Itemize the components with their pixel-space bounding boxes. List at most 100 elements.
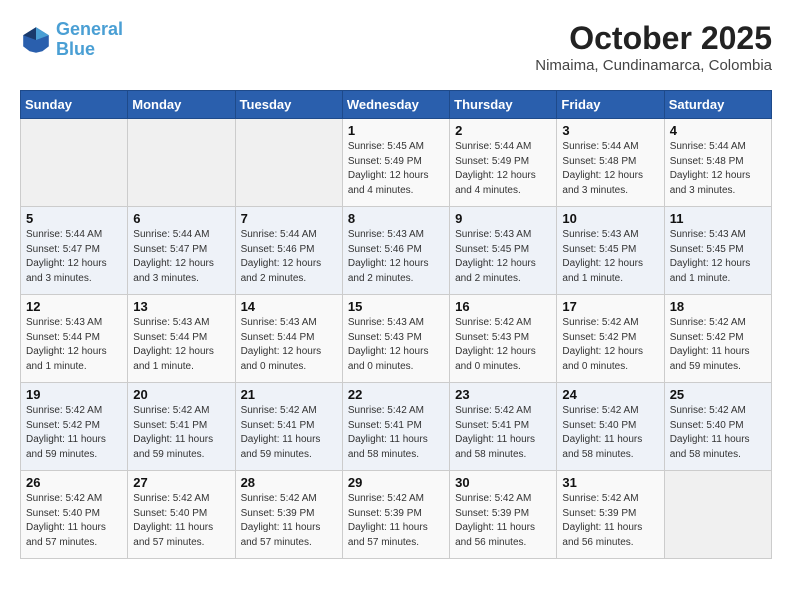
day-info: Sunrise: 5:44 AMSunset: 5:47 PMDaylight:… (133, 228, 229, 286)
day-number: 22 (348, 387, 444, 402)
day-number: 23 (455, 387, 551, 402)
weekday-header: Tuesday (235, 91, 342, 119)
calendar-cell: 8Sunrise: 5:43 AMSunset: 5:46 PMDaylight… (342, 207, 449, 295)
calendar-cell: 16 Sunrise: 5:42 AMSunset: 5:43 PMDayligh… (450, 295, 557, 383)
day-number: 6 (133, 211, 229, 226)
calendar-cell: 17 Sunrise: 5:42 AMSunset: 5:42 PMDayligh… (557, 295, 664, 383)
calendar-cell (235, 119, 342, 207)
title-block: October 2025 Nimaima, Cundinamarca, Colo… (535, 20, 772, 74)
calendar-cell: 9Sunrise: 5:43 AMSunset: 5:45 PMDaylight… (450, 207, 557, 295)
day-number: 13 (133, 299, 229, 314)
weekday-header: Sunday (21, 91, 128, 119)
calendar-cell (128, 119, 235, 207)
calendar-cell: 11 Sunrise: 5:43 AMSunset: 5:45 PMDayligh… (664, 207, 771, 295)
calendar-cell (21, 119, 128, 207)
calendar-cell: 27Sunrise: 5:42 AMSunset: 5:40 PMDayligh… (128, 471, 235, 559)
day-number: 18 (670, 299, 766, 314)
logo-text: General Blue (56, 20, 123, 60)
calendar-cell: 7 Sunrise: 5:44 AMSunset: 5:46 PMDaylight… (235, 207, 342, 295)
month-title: October 2025 (535, 20, 772, 57)
day-number: 12 (26, 299, 122, 314)
day-number: 21 (241, 387, 337, 402)
day-info: Sunrise: 5:44 AMSunset: 5:46 PMDaylight:… (241, 228, 337, 286)
day-info: Sunrise: 5:44 AMSunset: 5:48 PMDaylight:… (562, 140, 658, 198)
day-number: 14 (241, 299, 337, 314)
calendar-cell: 19 Sunrise: 5:42 AMSunset: 5:42 PMDayligh… (21, 383, 128, 471)
day-info: Sunrise: 5:43 AMSunset: 5:44 PMDaylight:… (241, 316, 337, 374)
day-info: Sunrise: 5:42 AMSunset: 5:42 PMDaylight:… (562, 316, 658, 374)
calendar-cell: 18 Sunrise: 5:42 AMSunset: 5:42 PMDayligh… (664, 295, 771, 383)
calendar-cell (664, 471, 771, 559)
weekday-header: Wednesday (342, 91, 449, 119)
day-info: Sunrise: 5:42 AMSunset: 5:41 PMDaylight:… (348, 404, 444, 462)
weekday-header: Saturday (664, 91, 771, 119)
day-number: 24 (562, 387, 658, 402)
day-info: Sunrise: 5:42 AMSunset: 5:41 PMDaylight:… (455, 404, 551, 462)
calendar-cell: 29 Sunrise: 5:42 AMSunset: 5:39 PMDayligh… (342, 471, 449, 559)
day-info: Sunrise: 5:42 AMSunset: 5:40 PMDaylight:… (670, 404, 766, 462)
day-number: 16 (455, 299, 551, 314)
calendar-cell: 10 Sunrise: 5:43 AMSunset: 5:45 PMDayligh… (557, 207, 664, 295)
day-info: Sunrise: 5:44 AMSunset: 5:48 PMDaylight:… (670, 140, 766, 198)
calendar-cell: 26Sunrise: 5:42 AMSunset: 5:40 PMDayligh… (21, 471, 128, 559)
calendar-cell: 12 Sunrise: 5:43 AMSunset: 5:44 PMDayligh… (21, 295, 128, 383)
day-info: Sunrise: 5:42 AMSunset: 5:43 PMDaylight:… (455, 316, 551, 374)
calendar-cell: 13 Sunrise: 5:43 AMSunset: 5:44 PMDayligh… (128, 295, 235, 383)
calendar-cell: 2 Sunrise: 5:44 AMSunset: 5:49 PMDaylight… (450, 119, 557, 207)
day-info: Sunrise: 5:43 AMSunset: 5:45 PMDaylight:… (455, 228, 551, 286)
day-info: Sunrise: 5:43 AMSunset: 5:45 PMDaylight:… (562, 228, 658, 286)
day-number: 10 (562, 211, 658, 226)
calendar-header: SundayMondayTuesdayWednesdayThursdayFrid… (21, 91, 772, 119)
day-number: 26 (26, 475, 122, 490)
day-number: 4 (670, 123, 766, 138)
page-header: General Blue October 2025 Nimaima, Cundi… (20, 20, 772, 74)
calendar-cell: 28 Sunrise: 5:42 AMSunset: 5:39 PMDayligh… (235, 471, 342, 559)
day-info: Sunrise: 5:44 AMSunset: 5:49 PMDaylight:… (455, 140, 551, 198)
logo: General Blue (20, 20, 123, 60)
calendar-cell: 6 Sunrise: 5:44 AMSunset: 5:47 PMDaylight… (128, 207, 235, 295)
day-number: 19 (26, 387, 122, 402)
calendar-cell: 4 Sunrise: 5:44 AMSunset: 5:48 PMDaylight… (664, 119, 771, 207)
day-info: Sunrise: 5:43 AMSunset: 5:44 PMDaylight:… (133, 316, 229, 374)
day-number: 17 (562, 299, 658, 314)
day-info: Sunrise: 5:43 AMSunset: 5:43 PMDaylight:… (348, 316, 444, 374)
day-number: 29 (348, 475, 444, 490)
day-info: Sunrise: 5:43 AMSunset: 5:44 PMDaylight:… (26, 316, 122, 374)
day-number: 20 (133, 387, 229, 402)
day-info: Sunrise: 5:42 AMSunset: 5:40 PMDaylight:… (133, 492, 229, 550)
day-number: 25 (670, 387, 766, 402)
calendar-cell: 22 Sunrise: 5:42 AMSunset: 5:41 PMDayligh… (342, 383, 449, 471)
weekday-header: Thursday (450, 91, 557, 119)
day-number: 28 (241, 475, 337, 490)
weekday-header: Monday (128, 91, 235, 119)
calendar-cell: 20 Sunrise: 5:42 AMSunset: 5:41 PMDayligh… (128, 383, 235, 471)
calendar-cell: 3Sunrise: 5:44 AMSunset: 5:48 PMDaylight… (557, 119, 664, 207)
calendar-cell: 14 Sunrise: 5:43 AMSunset: 5:44 PMDayligh… (235, 295, 342, 383)
day-number: 30 (455, 475, 551, 490)
day-info: Sunrise: 5:42 AMSunset: 5:41 PMDaylight:… (241, 404, 337, 462)
day-info: Sunrise: 5:44 AMSunset: 5:47 PMDaylight:… (26, 228, 122, 286)
calendar-cell: 23 Sunrise: 5:42 AMSunset: 5:41 PMDayligh… (450, 383, 557, 471)
day-number: 2 (455, 123, 551, 138)
day-number: 15 (348, 299, 444, 314)
logo-icon (20, 24, 52, 56)
day-number: 8 (348, 211, 444, 226)
calendar-cell: 15 Sunrise: 5:43 AMSunset: 5:43 PMDayligh… (342, 295, 449, 383)
day-number: 11 (670, 211, 766, 226)
calendar-cell: 1Sunrise: 5:45 AMSunset: 5:49 PMDaylight… (342, 119, 449, 207)
day-number: 7 (241, 211, 337, 226)
calendar-cell: 30Sunrise: 5:42 AMSunset: 5:39 PMDayligh… (450, 471, 557, 559)
location-subtitle: Nimaima, Cundinamarca, Colombia (535, 57, 772, 74)
day-number: 5 (26, 211, 122, 226)
day-info: Sunrise: 5:42 AMSunset: 5:39 PMDaylight:… (241, 492, 337, 550)
calendar-table: SundayMondayTuesdayWednesdayThursdayFrid… (20, 90, 772, 559)
day-info: Sunrise: 5:43 AMSunset: 5:45 PMDaylight:… (670, 228, 766, 286)
calendar-cell: 25 Sunrise: 5:42 AMSunset: 5:40 PMDayligh… (664, 383, 771, 471)
day-info: Sunrise: 5:42 AMSunset: 5:42 PMDaylight:… (670, 316, 766, 374)
calendar-cell: 31Sunrise: 5:42 AMSunset: 5:39 PMDayligh… (557, 471, 664, 559)
day-info: Sunrise: 5:42 AMSunset: 5:42 PMDaylight:… (26, 404, 122, 462)
day-info: Sunrise: 5:42 AMSunset: 5:40 PMDaylight:… (562, 404, 658, 462)
day-info: Sunrise: 5:42 AMSunset: 5:39 PMDaylight:… (348, 492, 444, 550)
calendar-cell: 24 Sunrise: 5:42 AMSunset: 5:40 PMDayligh… (557, 383, 664, 471)
day-info: Sunrise: 5:42 AMSunset: 5:41 PMDaylight:… (133, 404, 229, 462)
